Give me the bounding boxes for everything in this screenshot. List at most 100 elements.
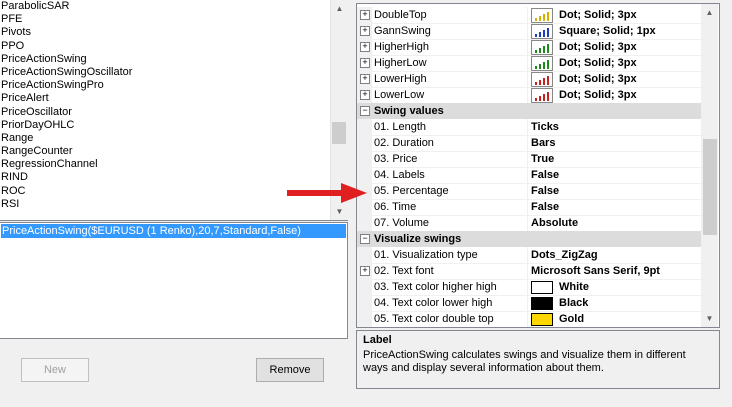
indicator-list-item[interactable]: Range xyxy=(0,132,347,145)
expand-plus-icon[interactable]: + xyxy=(360,90,370,100)
property-row[interactable]: + HigherHigh Dot; Solid; 3px xyxy=(357,39,702,56)
property-row[interactable]: + LowerLow Dot; Solid; 3px xyxy=(357,87,702,104)
property-value[interactable]: Bars xyxy=(531,135,555,151)
column-splitter[interactable] xyxy=(527,55,528,71)
scroll-up-icon[interactable]: ▲ xyxy=(701,4,718,21)
property-row[interactable]: 05. Text color double top Gold xyxy=(357,311,702,327)
indicator-list-item[interactable]: PPO xyxy=(0,40,347,53)
column-splitter[interactable] xyxy=(527,119,528,135)
column-splitter[interactable] xyxy=(527,87,528,103)
property-name: 02. Text font xyxy=(374,265,434,277)
property-grid-scrollbar[interactable]: ▲ ▼ xyxy=(701,4,718,327)
property-value[interactable]: False xyxy=(531,167,559,183)
applied-indicators-list[interactable]: PriceActionSwing($EURUSD (1 Renko),20,7,… xyxy=(0,222,348,339)
property-row[interactable]: 05. Percentage False xyxy=(357,183,702,200)
property-value[interactable]: Dot; Solid; 3px xyxy=(559,87,637,103)
property-name: 03. Text color higher high xyxy=(374,281,497,293)
property-row[interactable]: 04. Text color lower high Black xyxy=(357,295,702,312)
indicator-list-item[interactable]: Pivots xyxy=(0,26,347,39)
property-row[interactable]: 06. Time False xyxy=(357,199,702,216)
property-name: 03. Price xyxy=(374,153,418,165)
property-row[interactable]: 03. Text color higher high White xyxy=(357,279,702,296)
scroll-down-icon[interactable]: ▼ xyxy=(701,310,718,327)
property-row[interactable]: 03. Price True xyxy=(357,151,702,168)
row-margin xyxy=(357,311,372,327)
property-row[interactable]: 01. Visualization type Dots_ZigZag xyxy=(357,247,702,264)
property-value[interactable]: Dot; Solid; 3px xyxy=(559,55,637,71)
scroll-thumb[interactable] xyxy=(332,122,346,144)
category-header[interactable]: − Visualize swings xyxy=(357,231,702,247)
property-row[interactable]: +02. Text font Microsoft Sans Serif, 9pt xyxy=(357,263,702,280)
property-value[interactable]: Square; Solid; 1px xyxy=(559,23,656,39)
property-value[interactable]: Gold xyxy=(559,311,584,327)
property-row[interactable]: + LowerHigh Dot; Solid; 3px xyxy=(357,71,702,88)
property-row[interactable]: 07. Volume Absolute xyxy=(357,215,702,232)
property-value[interactable]: True xyxy=(531,151,554,167)
new-button[interactable]: New xyxy=(21,358,89,382)
collapse-minus-icon[interactable]: − xyxy=(360,106,370,116)
indicator-list-item[interactable]: PriceActionSwing xyxy=(0,53,347,66)
property-value[interactable]: Dot; Solid; 3px xyxy=(559,39,637,55)
indicator-list-item[interactable]: ParabolicSAR xyxy=(0,0,347,13)
property-grid[interactable]: + DoubleTop Dot; Solid; 3px + GannSwing Squar… xyxy=(356,3,720,328)
property-value[interactable]: Absolute xyxy=(531,215,578,231)
collapse-minus-icon[interactable]: − xyxy=(360,234,370,244)
indicator-list-item[interactable]: RegressionChannel xyxy=(0,158,347,171)
property-value[interactable]: False xyxy=(531,183,559,199)
property-value[interactable]: Microsoft Sans Serif, 9pt xyxy=(531,263,660,279)
expand-plus-icon[interactable]: + xyxy=(360,58,370,68)
color-swatch-icon xyxy=(531,313,553,326)
property-row[interactable]: 02. Duration Bars xyxy=(357,135,702,152)
property-value[interactable]: Dot; Solid; 3px xyxy=(559,71,637,87)
property-row[interactable]: + HigherLow Dot; Solid; 3px xyxy=(357,55,702,72)
remove-button[interactable]: Remove xyxy=(256,358,324,382)
applied-indicator-item[interactable]: PriceActionSwing($EURUSD (1 Renko),20,7,… xyxy=(1,224,346,238)
property-name: 01. Visualization type xyxy=(374,249,478,261)
column-splitter[interactable] xyxy=(527,167,528,183)
expand-plus-icon[interactable]: + xyxy=(360,42,370,52)
column-splitter[interactable] xyxy=(527,247,528,263)
scroll-up-icon[interactable]: ▲ xyxy=(331,0,348,17)
indicator-list-item[interactable]: RangeCounter xyxy=(0,145,347,158)
column-splitter[interactable] xyxy=(527,183,528,199)
property-value[interactable]: False xyxy=(531,199,559,215)
column-splitter[interactable] xyxy=(527,7,528,23)
property-value[interactable]: Ticks xyxy=(531,119,559,135)
property-name: 04. Labels xyxy=(374,169,425,181)
indicator-list-item[interactable]: PriorDayOHLC xyxy=(0,119,347,132)
column-splitter[interactable] xyxy=(527,135,528,151)
property-value[interactable]: Black xyxy=(559,295,588,311)
property-name: DoubleTop xyxy=(374,9,427,21)
indicator-list-item[interactable]: PriceAlert xyxy=(0,92,347,105)
property-row[interactable]: + DoubleTop Dot; Solid; 3px xyxy=(357,7,702,24)
expand-plus-icon[interactable]: + xyxy=(360,266,370,276)
row-margin xyxy=(357,135,372,151)
property-row[interactable]: 01. Length Ticks xyxy=(357,119,702,136)
property-name: HigherHigh xyxy=(374,41,430,53)
indicator-list-item[interactable]: PriceActionSwingPro xyxy=(0,79,347,92)
scroll-down-icon[interactable]: ▼ xyxy=(331,203,348,220)
column-splitter[interactable] xyxy=(527,23,528,39)
property-value[interactable]: White xyxy=(559,279,589,295)
indicator-list-item[interactable]: PriceActionSwingOscillator xyxy=(0,66,347,79)
scroll-thumb[interactable] xyxy=(703,139,717,235)
indicator-list-item[interactable]: PFE xyxy=(0,13,347,26)
indicator-list-item[interactable]: PriceOscillator xyxy=(0,106,347,119)
column-splitter[interactable] xyxy=(527,263,528,279)
column-splitter[interactable] xyxy=(527,311,528,327)
property-row[interactable]: + GannSwing Square; Solid; 1px xyxy=(357,23,702,40)
category-header[interactable]: − Swing values xyxy=(357,103,702,119)
column-splitter[interactable] xyxy=(527,295,528,311)
property-row[interactable]: 04. Labels False xyxy=(357,167,702,184)
property-value[interactable]: Dot; Solid; 3px xyxy=(559,7,637,23)
column-splitter[interactable] xyxy=(527,151,528,167)
expand-plus-icon[interactable]: + xyxy=(360,10,370,20)
column-splitter[interactable] xyxy=(527,215,528,231)
column-splitter[interactable] xyxy=(527,39,528,55)
expand-plus-icon[interactable]: + xyxy=(360,74,370,84)
column-splitter[interactable] xyxy=(527,71,528,87)
property-value[interactable]: Dots_ZigZag xyxy=(531,247,598,263)
expand-plus-icon[interactable]: + xyxy=(360,26,370,36)
column-splitter[interactable] xyxy=(527,199,528,215)
column-splitter[interactable] xyxy=(527,279,528,295)
